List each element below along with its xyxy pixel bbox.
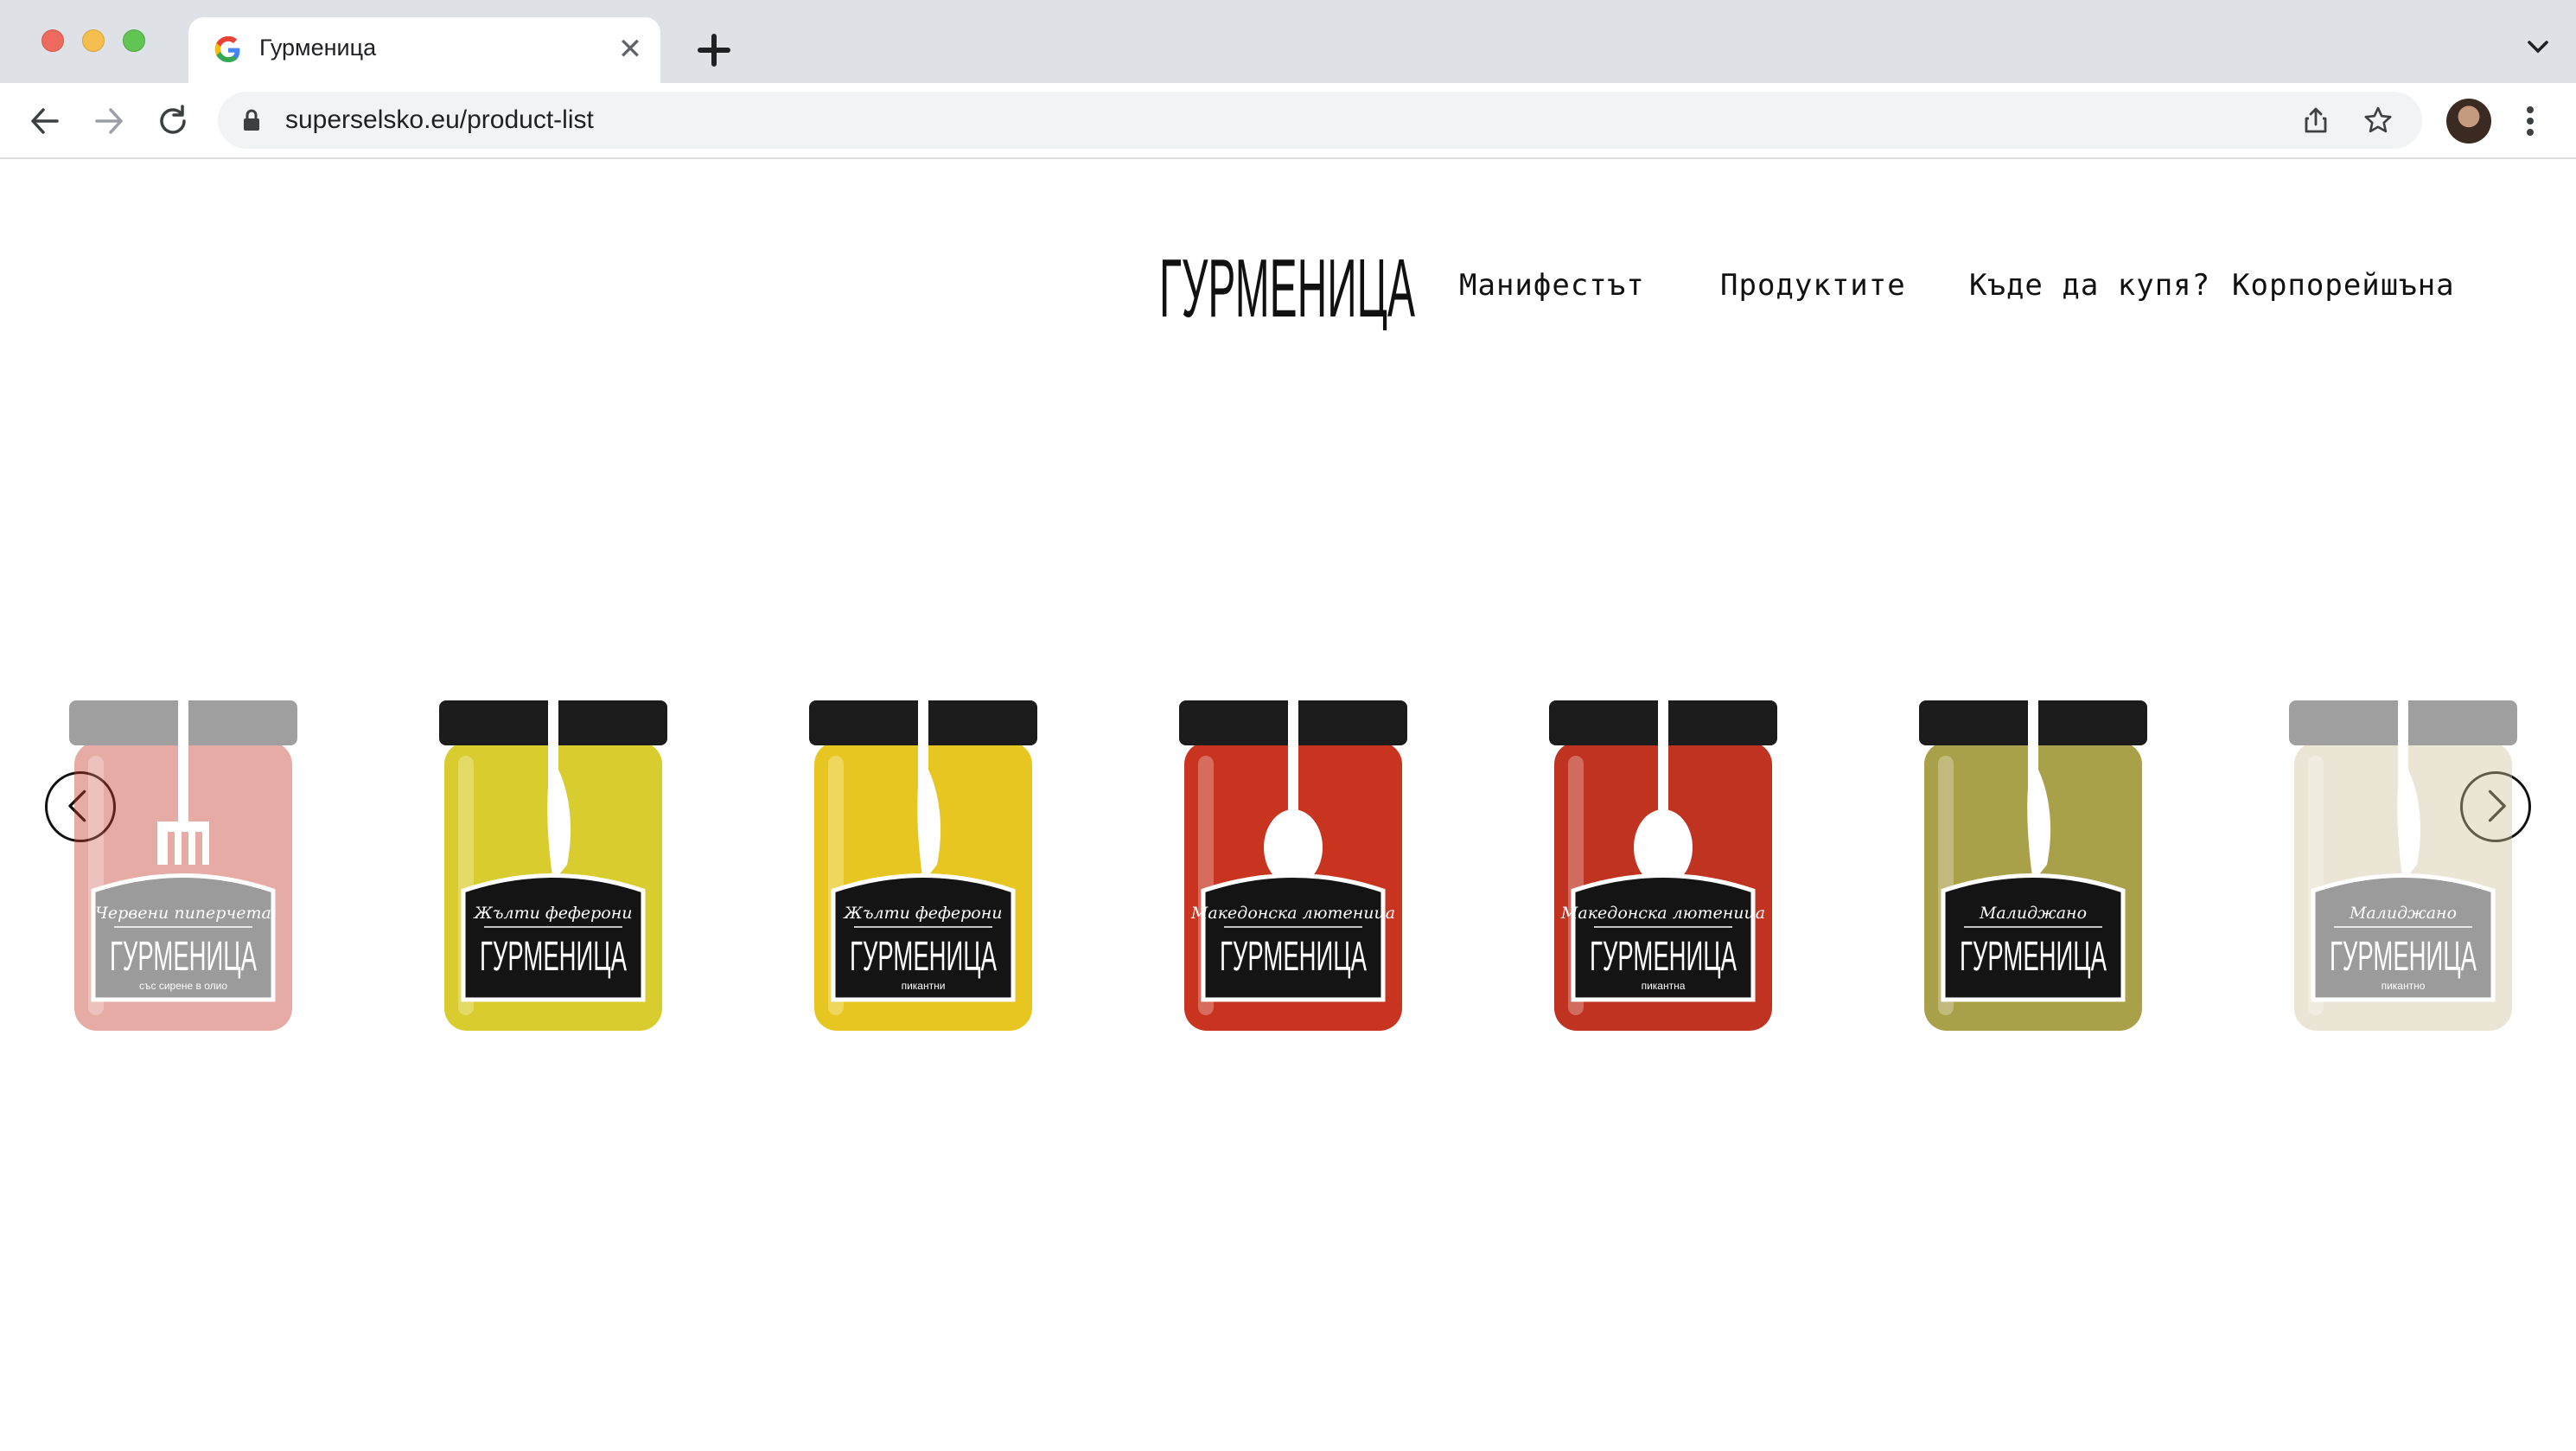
- product-brand: ГУРМЕНИЦА: [1960, 934, 2107, 980]
- browser-tab-bar: Гурменица ✕: [0, 0, 2576, 83]
- site-logo[interactable]: ГУРМЕНИЦА: [1157, 240, 1418, 330]
- nav-link-manifesto[interactable]: Манифестът: [1459, 268, 1645, 303]
- product-brand: ГУРМЕНИЦА: [1220, 934, 1367, 980]
- google-favicon-icon: [214, 36, 240, 62]
- product-name: Малиджано: [1979, 904, 2087, 923]
- lock-icon[interactable]: [242, 109, 261, 131]
- product-brand: ГУРМЕНИЦА: [1590, 934, 1737, 980]
- product-variant: със сирене в олио: [139, 980, 227, 992]
- star-icon[interactable]: [2363, 105, 2393, 135]
- product-name: Малиджано: [2349, 904, 2457, 923]
- product-jar[interactable]: Червени пиперчета ГУРМЕНИЦА със сирене в о…: [62, 700, 304, 1038]
- product-variant: пикантно: [2382, 980, 2426, 992]
- product-name: Македонска лютеница: [1190, 904, 1395, 923]
- product-name: Жълти феферони: [843, 904, 1003, 923]
- browser-toolbar: superselsko.eu/product-list: [0, 83, 2576, 159]
- product-brand: ГУРМЕНИЦА: [480, 934, 627, 980]
- product-name: Червени пиперчета: [95, 904, 271, 923]
- product-jar[interactable]: Македонска лютеница ГУРМЕНИЦА: [1172, 700, 1414, 1038]
- page-content: ГУРМЕНИЦА Манифестът Продуктите Къде да …: [0, 161, 2576, 1451]
- plus-icon[interactable]: [697, 33, 731, 67]
- back-arrow-icon[interactable]: [26, 102, 64, 140]
- product-jar[interactable]: Малиджано ГУРМЕНИЦА пикантно: [2282, 700, 2524, 1038]
- avatar[interactable]: [2446, 99, 2491, 144]
- product-jar[interactable]: Македонска лютеница ГУРМЕНИЦА пикантна: [1542, 700, 1784, 1038]
- close-window-button[interactable]: [41, 29, 64, 52]
- nav-link-products[interactable]: Продуктите: [1720, 268, 1906, 303]
- close-icon[interactable]: ✕: [615, 35, 645, 64]
- product-jar[interactable]: Жълти феферони ГУРМЕНИЦА пикантни: [802, 700, 1044, 1038]
- maximize-window-button[interactable]: [123, 29, 145, 52]
- reload-icon[interactable]: [154, 102, 192, 140]
- product-name: Македонска лютеница: [1560, 904, 1765, 923]
- browser-tab[interactable]: Гурменица ✕: [188, 17, 660, 83]
- address-bar[interactable]: superselsko.eu/product-list: [218, 92, 2422, 149]
- tab-title: Гурменица: [259, 35, 377, 61]
- product-brand: ГУРМЕНИЦА: [110, 934, 257, 980]
- nav-link-where-to-buy[interactable]: Къде да купя?: [1969, 268, 2210, 303]
- nav-link-corporation[interactable]: Корпорейшъна: [2232, 268, 2455, 303]
- forward-arrow-icon[interactable]: [90, 102, 128, 140]
- product-brand: ГУРМЕНИЦА: [850, 934, 997, 980]
- logo-text: ГУРМЕНИЦА: [1159, 242, 1415, 330]
- product-name: Жълти феферони: [473, 904, 633, 923]
- product-jar[interactable]: Малиджано ГУРМЕНИЦА: [1912, 700, 2154, 1038]
- product-brand: ГУРМЕНИЦА: [2330, 934, 2477, 980]
- minimize-window-button[interactable]: [82, 29, 105, 52]
- product-jar[interactable]: Жълти феферони ГУРМЕНИЦА: [432, 700, 674, 1038]
- url-text[interactable]: superselsko.eu/product-list: [285, 105, 594, 135]
- chevron-down-icon[interactable]: [2526, 38, 2550, 55]
- product-variant: пикантни: [902, 980, 946, 992]
- kebab-menu-icon[interactable]: [2517, 104, 2543, 138]
- share-icon[interactable]: [2301, 105, 2331, 135]
- product-variant: пикантна: [1642, 980, 1686, 992]
